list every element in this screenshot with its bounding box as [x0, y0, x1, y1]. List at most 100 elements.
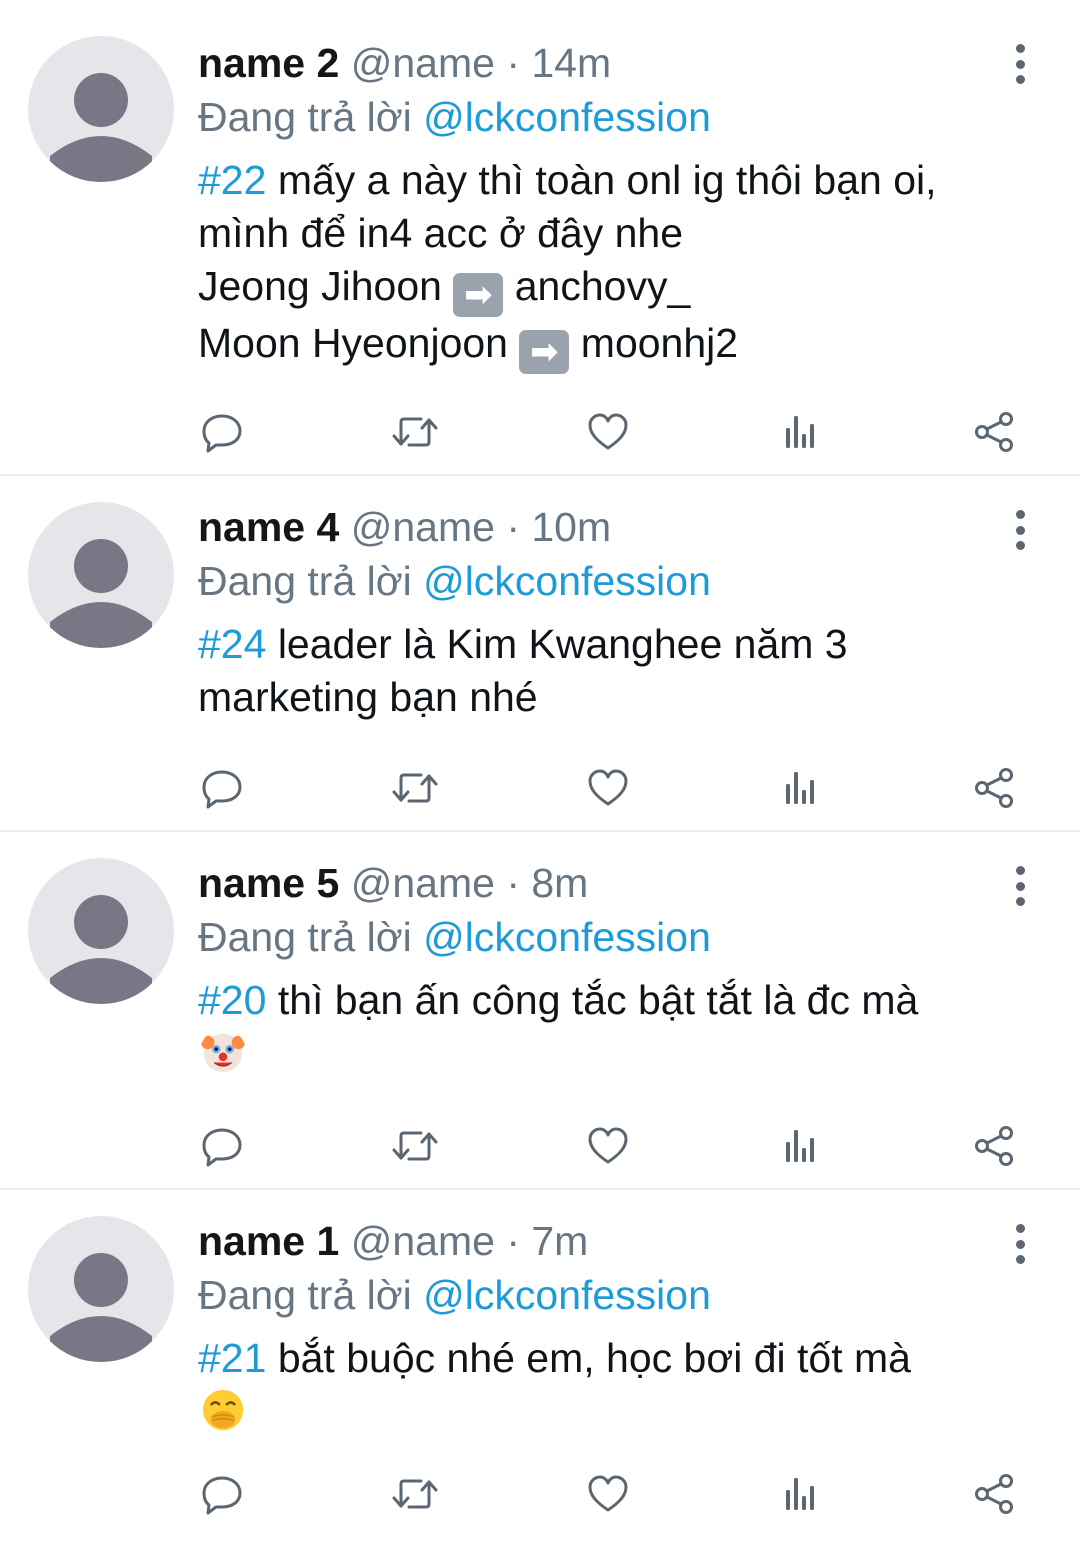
- like-button[interactable]: [584, 408, 632, 456]
- hashtag-link[interactable]: #22: [198, 157, 266, 203]
- tweet-feed: name 2 @name · 14m Đang trả lời @lckconf…: [0, 0, 1080, 1542]
- tweet-text-line: thì bạn ấn công tắc bật tắt là đc mà: [277, 977, 919, 1023]
- avatar[interactable]: [28, 502, 174, 648]
- tweet-content: name 5 @name · 8m Đang trả lời @lckconfe…: [198, 856, 1020, 1080]
- tweet-text: #24 leader là Kim Kwanghee năm 3 marketi…: [198, 618, 1020, 724]
- tweet-text-line: leader là Kim Kwanghee năm 3: [277, 621, 848, 667]
- reply-mention-link[interactable]: @lckconfession: [423, 914, 711, 960]
- analytics-icon: [786, 416, 814, 448]
- timestamp[interactable]: 14m: [531, 40, 611, 86]
- tweet-content: name 1 @name · 7m Đang trả lời @lckconfe…: [198, 1214, 1020, 1438]
- share-icon: [975, 768, 1013, 808]
- reply-icon: [202, 1476, 242, 1515]
- avatar[interactable]: [28, 36, 174, 182]
- retweet-button[interactable]: [391, 1470, 439, 1518]
- retweet-icon: [392, 417, 438, 447]
- avatar[interactable]: [28, 858, 174, 1004]
- share-button[interactable]: [970, 1470, 1018, 1518]
- tweet-actions: [198, 1466, 1018, 1522]
- tweet-item[interactable]: name 5 @name · 8m Đang trả lời @lckconfe…: [0, 832, 1080, 1190]
- default-avatar-icon: [50, 1253, 152, 1362]
- like-icon: [588, 1475, 628, 1512]
- display-name[interactable]: name 5: [198, 860, 339, 906]
- display-name[interactable]: name 4: [198, 504, 339, 550]
- separator: ·: [506, 504, 520, 550]
- share-icon: [975, 412, 1013, 452]
- like-icon: [588, 1127, 628, 1164]
- analytics-icon: [786, 1130, 814, 1162]
- default-avatar-icon: [50, 895, 152, 1004]
- analytics-button[interactable]: [777, 1122, 825, 1170]
- tweet-text-line: mình để in4 acc ở đây nhe: [198, 210, 684, 256]
- retweet-button[interactable]: [391, 408, 439, 456]
- tweet-text: #21 bắt buộc nhé em, học bơi đi tốt mà: [198, 1332, 1020, 1438]
- tweet-actions: [198, 1118, 1018, 1174]
- separator: ·: [506, 860, 520, 906]
- user-handle[interactable]: @name: [351, 860, 495, 906]
- tweet-text-segment: Moon Hyeonjoon: [198, 320, 508, 366]
- tweet-text: #22 mấy a này thì toàn onl ig thôi bạn o…: [198, 154, 1020, 374]
- like-button[interactable]: [584, 1470, 632, 1518]
- timestamp[interactable]: 10m: [531, 504, 611, 550]
- reply-context: Đang trả lời @lckconfession: [198, 1268, 1020, 1322]
- right-arrow-emoji-icon: ➡: [453, 273, 504, 317]
- share-icon: [975, 1126, 1013, 1166]
- tweet-actions: [198, 760, 1018, 816]
- share-button[interactable]: [970, 408, 1018, 456]
- avatar[interactable]: [28, 1216, 174, 1362]
- reply-prefix: Đang trả lời: [198, 94, 412, 140]
- reply-prefix: Đang trả lời: [198, 1272, 412, 1318]
- like-button[interactable]: [584, 764, 632, 812]
- reply-context: Đang trả lời @lckconfession: [198, 90, 1020, 144]
- reply-icon: [202, 1128, 242, 1167]
- reply-prefix: Đang trả lời: [198, 914, 412, 960]
- analytics-button[interactable]: [777, 1470, 825, 1518]
- reply-mention-link[interactable]: @lckconfession: [423, 558, 711, 604]
- user-handle[interactable]: @name: [351, 1218, 495, 1264]
- reply-mention-link[interactable]: @lckconfession: [423, 1272, 711, 1318]
- reply-button[interactable]: [198, 1122, 246, 1170]
- reply-icon: [202, 770, 242, 809]
- reply-button[interactable]: [198, 764, 246, 812]
- right-arrow-emoji-icon: ➡: [519, 330, 570, 374]
- separator: ·: [506, 1218, 520, 1264]
- tweet-item[interactable]: name 1 @name · 7m Đang trả lời @lckconfe…: [0, 1190, 1080, 1542]
- tweet-content: name 2 @name · 14m Đang trả lời @lckconf…: [198, 36, 1020, 374]
- hashtag-link[interactable]: #21: [198, 1335, 266, 1381]
- share-icon: [975, 1474, 1013, 1514]
- display-name[interactable]: name 2: [198, 40, 339, 86]
- display-name[interactable]: name 1: [198, 1218, 339, 1264]
- tweet-text-line: mấy a này thì toàn onl ig thôi bạn oi,: [277, 157, 937, 203]
- like-icon: [588, 413, 628, 450]
- reply-button[interactable]: [198, 1470, 246, 1518]
- retweet-icon: [392, 1479, 438, 1509]
- tweet-header: name 4 @name · 10m: [198, 500, 1020, 554]
- like-button[interactable]: [584, 1122, 632, 1170]
- tweet-content: name 4 @name · 10m Đang trả lời @lckconf…: [198, 500, 1020, 724]
- tweet-text-segment: moonhj2: [580, 320, 739, 366]
- reply-prefix: Đang trả lời: [198, 558, 412, 604]
- user-handle[interactable]: @name: [351, 504, 495, 550]
- like-icon: [588, 769, 628, 806]
- tweet-text-segment: anchovy_: [514, 263, 691, 309]
- hashtag-link[interactable]: #24: [198, 621, 266, 667]
- tweet-item[interactable]: name 2 @name · 14m Đang trả lời @lckconf…: [0, 0, 1080, 476]
- timestamp[interactable]: 7m: [531, 1218, 588, 1264]
- timestamp[interactable]: 8m: [531, 860, 588, 906]
- analytics-button[interactable]: [777, 764, 825, 812]
- retweet-button[interactable]: [391, 1122, 439, 1170]
- analytics-icon: [786, 772, 814, 804]
- tweet-actions: [198, 404, 1018, 460]
- share-button[interactable]: [970, 764, 1018, 812]
- tweet-item[interactable]: name 4 @name · 10m Đang trả lời @lckconf…: [0, 476, 1080, 832]
- share-button[interactable]: [970, 1122, 1018, 1170]
- reply-button[interactable]: [198, 408, 246, 456]
- reply-context: Đang trả lời @lckconfession: [198, 910, 1020, 964]
- reply-mention-link[interactable]: @lckconfession: [423, 94, 711, 140]
- tweet-header: name 5 @name · 8m: [198, 856, 1020, 910]
- analytics-button[interactable]: [777, 408, 825, 456]
- retweet-button[interactable]: [391, 764, 439, 812]
- user-handle[interactable]: @name: [351, 40, 495, 86]
- hashtag-link[interactable]: #20: [198, 977, 266, 1023]
- tweet-header: name 2 @name · 14m: [198, 36, 1020, 90]
